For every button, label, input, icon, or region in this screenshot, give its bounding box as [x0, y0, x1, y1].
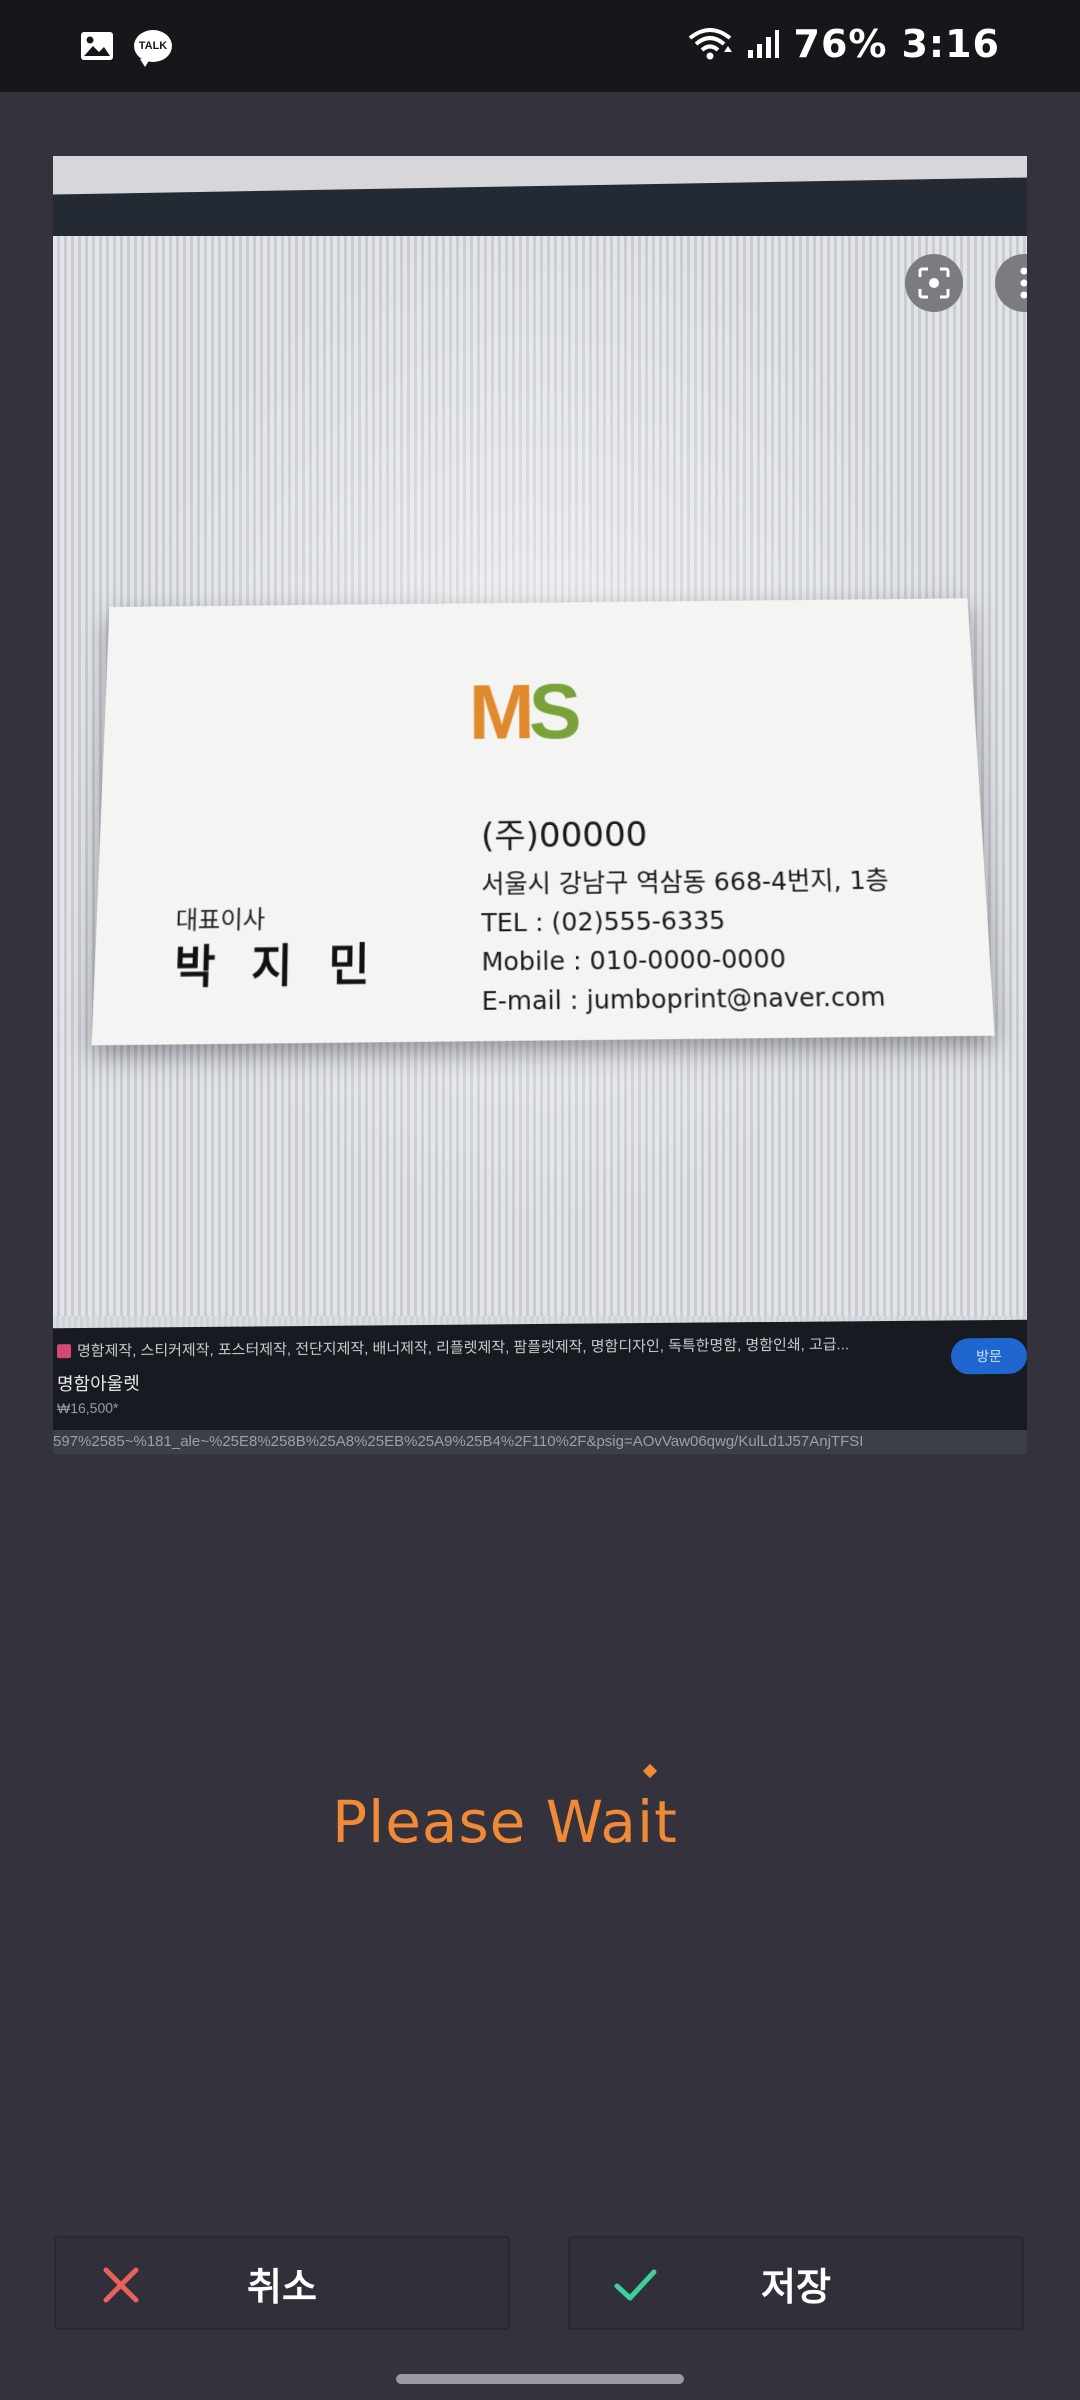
- business-card: MS 대표이사 박 지 민 (주)00000 서울시 강남구 역삼동 668-4…: [91, 598, 995, 1046]
- loading-spinner-dot-icon: [642, 1763, 658, 1779]
- status-indicators: 76% 3:16: [688, 22, 1001, 66]
- ad-favicon-icon: [57, 1343, 71, 1358]
- ad-visit-button: 방문: [951, 1337, 1027, 1375]
- card-logo: MS: [469, 667, 576, 757]
- cancel-button[interactable]: 취소: [54, 2236, 510, 2330]
- card-tel: TEL : (02)555-6335: [481, 905, 726, 938]
- logo-letter-s: S: [528, 668, 577, 755]
- card-contact-block: (주)00000 서울시 강남구 역삼동 668-4번지, 1층 TEL : (…: [481, 804, 896, 1021]
- ad-categories-row: 명함제작, 스티커제작, 포스터제작, 전단지제작, 배너제작, 리플렛제작, …: [57, 1333, 849, 1361]
- save-label: 저장: [761, 2264, 831, 2309]
- battery-percent: 76%: [793, 22, 888, 66]
- ad-title: 명함아울렛: [57, 1373, 140, 1396]
- image-icon: [81, 32, 113, 60]
- notification-icons: TALK: [80, 30, 172, 67]
- talk-label: TALK: [138, 40, 168, 52]
- clock-time: 3:16: [901, 22, 1000, 66]
- card-mobile: Mobile : 010-0000-0000: [481, 943, 787, 977]
- photo-preview: MS 대표이사 박 지 민 (주)00000 서울시 강남구 역삼동 668-4…: [53, 156, 1027, 1454]
- url-strip: 597%2585~%181_ale~%25E8%258B%25A8%25EB%2…: [53, 1430, 1027, 1454]
- wifi-icon: [688, 28, 732, 60]
- logo-letter-m: M: [468, 668, 530, 756]
- card-person-name: 박 지 민: [173, 939, 381, 995]
- save-button[interactable]: 저장: [568, 2236, 1024, 2330]
- ad-categories: 명함제작, 스티커제작, 포스터제작, 전단지제작, 배너제작, 리플렛제작, …: [77, 1336, 850, 1361]
- lens-scan-icon: [905, 254, 963, 312]
- card-email: E-mail : jumboprint@naver.com: [481, 981, 887, 1017]
- card-address: 서울시 강남구 역삼동 668-4번지, 1층: [481, 865, 890, 899]
- signal-icon: [747, 30, 779, 58]
- card-company: (주)00000: [480, 814, 648, 857]
- home-indicator[interactable]: [396, 2374, 684, 2384]
- ad-price: ₩16,500*: [57, 1399, 119, 1417]
- kakaotalk-icon: TALK: [134, 30, 172, 67]
- cancel-label: 취소: [247, 2264, 317, 2309]
- loading-text: Please Wait: [332, 1788, 678, 1856]
- status-bar: TALK 76% 3:16: [0, 0, 1080, 92]
